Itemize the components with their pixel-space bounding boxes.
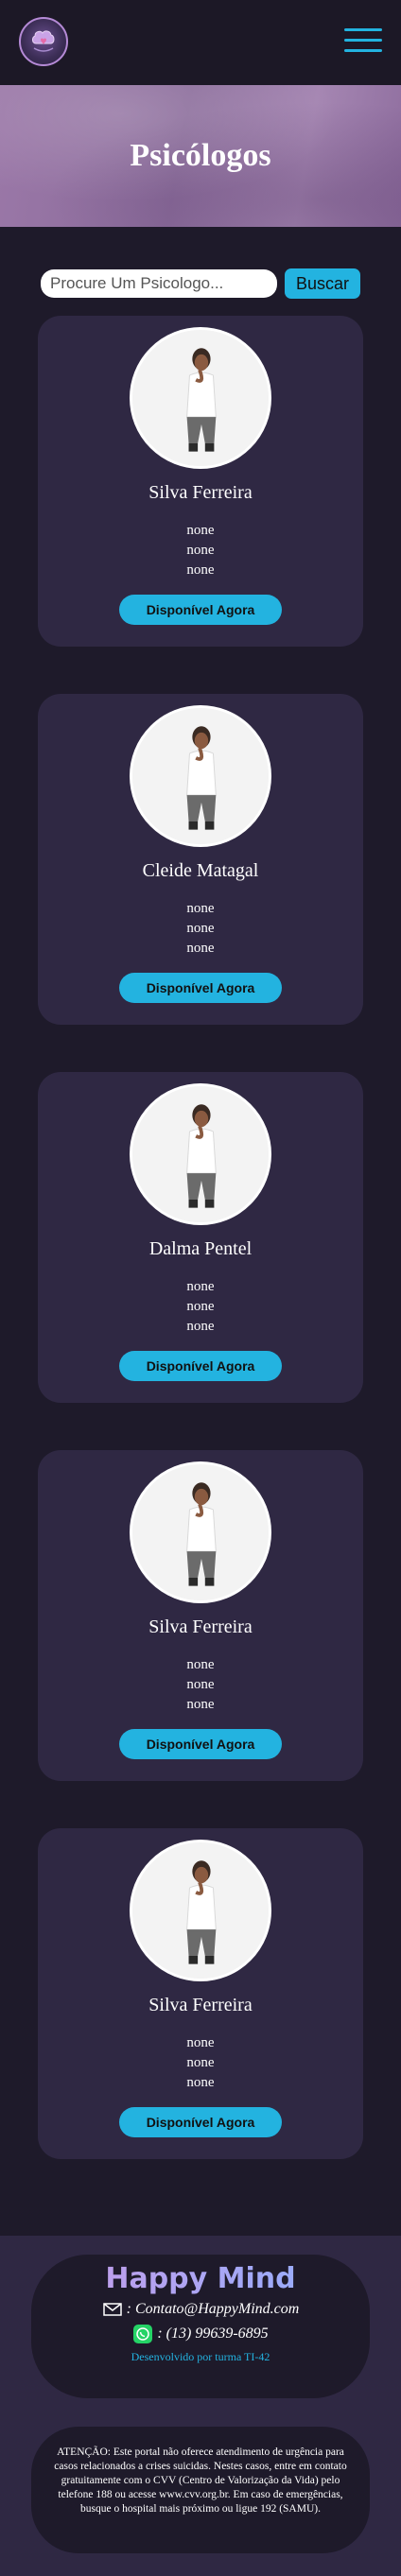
email-text: : Contato@HappyMind.com bbox=[126, 2301, 300, 2317]
psychologist-card: Cleide Matagal none none none Disponível… bbox=[38, 694, 363, 1025]
person-avatar-icon bbox=[132, 708, 269, 844]
search-button[interactable]: Buscar bbox=[284, 268, 361, 299]
crisis-warning: ATENÇÃO: Este portal não oferece atendim… bbox=[31, 2427, 370, 2553]
menu-bar-2 bbox=[344, 39, 382, 42]
page-title: Psicólogos bbox=[130, 138, 271, 173]
psychologist-info: none none none bbox=[186, 2033, 214, 2093]
email-contact[interactable]: : Contato@HappyMind.com bbox=[31, 2299, 370, 2320]
psychologist-name: Silva Ferreira bbox=[148, 1616, 253, 1637]
available-now-button[interactable]: Disponível Agora bbox=[119, 595, 282, 625]
search-input[interactable] bbox=[40, 269, 277, 298]
psychologist-info: none none none bbox=[186, 899, 214, 959]
psychologist-name: Silva Ferreira bbox=[148, 1995, 253, 2015]
info-line: none bbox=[186, 543, 215, 558]
psychologist-photo bbox=[130, 327, 271, 469]
info-line: none bbox=[186, 941, 215, 956]
brain-heart-logo[interactable] bbox=[19, 17, 68, 66]
whatsapp-icon bbox=[133, 2325, 153, 2343]
psychologist-card: Silva Ferreira none none none Disponível… bbox=[38, 316, 363, 647]
person-avatar-icon bbox=[132, 330, 269, 466]
available-now-button[interactable]: Disponível Agora bbox=[119, 1351, 282, 1381]
person-avatar-icon bbox=[132, 1842, 269, 1979]
psychologist-info: none none none bbox=[186, 1655, 214, 1715]
psychologist-info: none none none bbox=[186, 1277, 214, 1337]
psychologist-name: Dalma Pentel bbox=[148, 1238, 253, 1259]
psychologist-name: Cleide Matagal bbox=[142, 860, 259, 881]
mail-icon bbox=[102, 2303, 122, 2316]
info-line: none bbox=[186, 1279, 215, 1294]
person-avatar-icon bbox=[132, 1464, 269, 1600]
info-line: none bbox=[186, 1697, 215, 1712]
info-line: none bbox=[186, 562, 215, 578]
info-line: none bbox=[186, 921, 215, 936]
psychologist-card: Dalma Pentel none none none Disponível A… bbox=[38, 1072, 363, 1403]
available-now-button[interactable]: Disponível Agora bbox=[119, 2107, 282, 2137]
phone-contact[interactable]: : (13) 99639-6895 bbox=[31, 2324, 370, 2344]
menu-bar-3 bbox=[344, 49, 382, 52]
info-line: none bbox=[186, 2075, 215, 2090]
info-line: none bbox=[186, 1299, 215, 1314]
info-line: none bbox=[186, 1657, 215, 1672]
info-line: none bbox=[186, 523, 215, 538]
available-now-button[interactable]: Disponível Agora bbox=[119, 1729, 282, 1759]
menu-bar-1 bbox=[344, 28, 382, 31]
available-now-button[interactable]: Disponível Agora bbox=[119, 973, 282, 1003]
footer: Happy Mind : Contato@HappyMind.com : (13… bbox=[0, 2236, 401, 2576]
footer-contact-panel: Happy Mind : Contato@HappyMind.com : (13… bbox=[31, 2255, 370, 2398]
info-line: none bbox=[186, 2035, 215, 2050]
person-avatar-icon bbox=[132, 1086, 269, 1222]
psychologist-list: Silva Ferreira none none none Disponível… bbox=[0, 316, 401, 2159]
hamburger-menu-icon[interactable] bbox=[344, 28, 382, 55]
hero-banner: Psicólogos bbox=[0, 85, 401, 227]
info-line: none bbox=[186, 2055, 215, 2070]
psychologist-name: Silva Ferreira bbox=[148, 482, 253, 503]
psychologist-photo bbox=[130, 1840, 271, 1981]
footer-brand: Happy Mind bbox=[31, 2262, 370, 2295]
psychologist-card: Silva Ferreira none none none Disponível… bbox=[38, 1828, 363, 2159]
top-navbar bbox=[0, 0, 401, 85]
psychologist-photo bbox=[130, 1083, 271, 1225]
search-bar: Buscar bbox=[0, 227, 401, 316]
info-line: none bbox=[186, 1677, 215, 1692]
developer-credit-link[interactable]: Desenvolvido por turma TI-42 bbox=[31, 2350, 370, 2364]
phone-text: : (13) 99639-6895 bbox=[157, 2325, 269, 2342]
psychologist-info: none none none bbox=[186, 521, 214, 580]
info-line: none bbox=[186, 1319, 215, 1334]
logo-icon bbox=[32, 30, 55, 52]
psychologist-photo bbox=[130, 705, 271, 847]
psychologist-card: Silva Ferreira none none none Disponível… bbox=[38, 1450, 363, 1781]
info-line: none bbox=[186, 901, 215, 916]
psychologist-photo bbox=[130, 1461, 271, 1603]
